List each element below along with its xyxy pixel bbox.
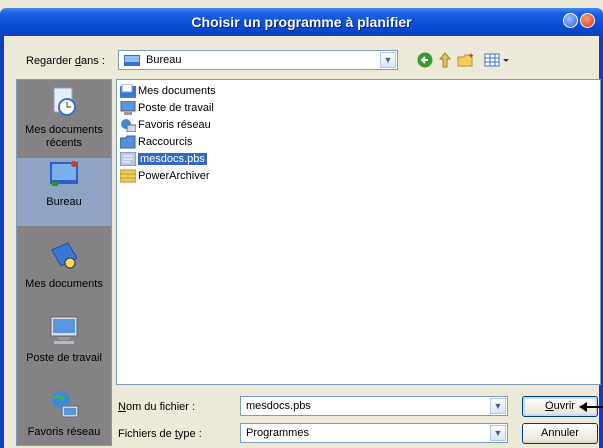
file-name: PowerArchiver: [138, 170, 210, 182]
list-item[interactable]: Mes documents: [120, 83, 216, 99]
file-name-field[interactable]: mesdocs.pbs ▼: [240, 396, 508, 416]
places-bar: Mes documents récents Bureau Mes documen…: [16, 79, 112, 446]
list-item[interactable]: PowerArchiver: [120, 168, 210, 184]
back-button[interactable]: [416, 51, 434, 69]
desktop-icon: [124, 55, 140, 66]
pointer-arrow-icon: [579, 402, 603, 412]
place-my-computer[interactable]: Poste de travail: [17, 314, 111, 374]
file-name: Raccourcis: [138, 136, 193, 148]
file-name: mesdocs.pbs: [138, 153, 207, 165]
look-in-dropdown[interactable]: Bureau ▼: [118, 50, 398, 70]
file-name-label: Nom du fichier :: [118, 401, 196, 413]
file-name: Poste de travail: [138, 102, 214, 114]
view-menu-icon: [484, 53, 509, 67]
my-documents-icon: [51, 242, 78, 269]
title-bar[interactable]: Choisir un programme à planifier: [0, 8, 603, 36]
file-type-value: Programmes: [246, 427, 309, 439]
window-title: Choisir un programme à planifier: [191, 14, 412, 30]
list-item[interactable]: Favoris réseau: [120, 117, 211, 133]
my-documents-icon: [120, 84, 136, 98]
computer-icon: [120, 101, 136, 115]
file-name: Favoris réseau: [138, 119, 211, 131]
desktop-icon: [50, 161, 78, 186]
place-label: Favoris réseau: [27, 426, 101, 438]
computer-icon: [50, 316, 78, 344]
open-dialog: Choisir un programme à planifier Regarde…: [0, 0, 603, 448]
cancel-button[interactable]: Annuler: [522, 423, 598, 444]
network-icon: [52, 391, 79, 418]
file-type-dropdown[interactable]: Programmes ▼: [240, 423, 508, 443]
recent-documents-icon: [53, 87, 76, 116]
look-in-value: Bureau: [146, 54, 182, 66]
close-button[interactable]: [580, 13, 595, 28]
place-label: Mes documents récents: [25, 124, 103, 149]
file-type-label: Fichiers de type :: [118, 428, 202, 440]
folder-icon: [120, 135, 136, 149]
network-icon: [121, 119, 136, 132]
view-menu-button[interactable]: [482, 51, 512, 69]
chevron-down-icon[interactable]: ▼: [490, 398, 506, 414]
place-network[interactable]: Favoris réseau: [17, 388, 111, 448]
place-label: Mes documents: [25, 278, 103, 290]
up-folder-icon: [438, 52, 452, 68]
place-label: Bureau: [46, 196, 82, 208]
place-my-documents[interactable]: Mes documents: [17, 240, 111, 300]
place-desktop[interactable]: Bureau: [17, 158, 111, 226]
chevron-down-icon[interactable]: ▼: [380, 52, 396, 68]
chevron-down-icon[interactable]: ▼: [490, 425, 506, 441]
window-border-left: [0, 36, 4, 448]
new-folder-button[interactable]: [457, 51, 475, 69]
file-list[interactable]: Mes documents Poste de travail Favoris r…: [116, 79, 601, 385]
help-button[interactable]: [563, 13, 578, 28]
up-folder-button[interactable]: [437, 51, 453, 69]
list-item[interactable]: Raccourcis: [120, 134, 192, 150]
new-folder-icon: [457, 53, 474, 67]
back-arrow-icon: [417, 52, 433, 68]
place-recent-documents[interactable]: Mes documents récents: [17, 86, 111, 160]
place-label: Poste de travail: [26, 352, 102, 364]
list-item[interactable]: Poste de travail: [120, 100, 214, 116]
file-name-value: mesdocs.pbs: [246, 400, 311, 412]
file-name: Mes documents: [138, 85, 216, 97]
list-item[interactable]: mesdocs.pbs: [120, 151, 207, 167]
file-icon: [120, 152, 136, 166]
archive-icon: [120, 169, 136, 183]
look-in-label: Regarder dans :: [26, 55, 105, 67]
